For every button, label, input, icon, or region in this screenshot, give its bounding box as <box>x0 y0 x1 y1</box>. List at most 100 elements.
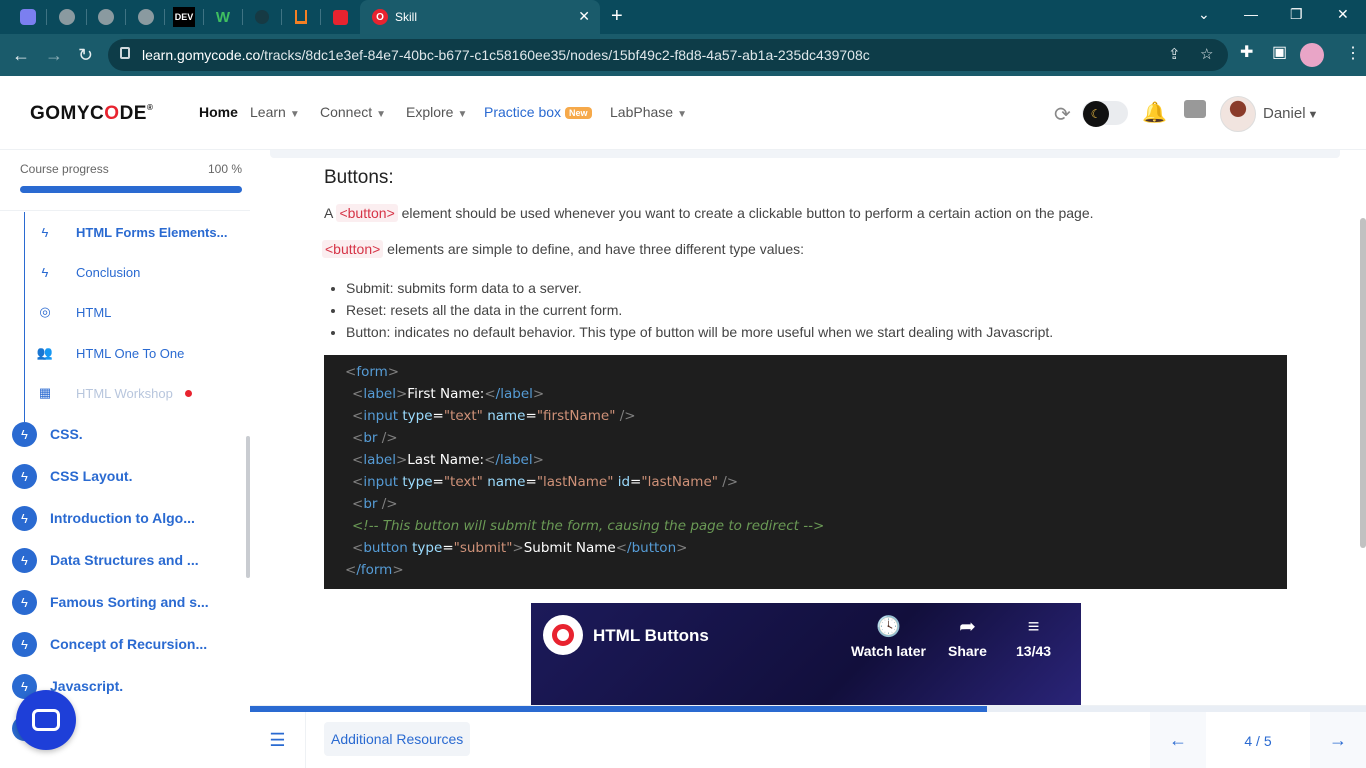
sidebar-course-sorting[interactable]: ϟ Famous Sorting and s... <box>12 589 209 615</box>
pinned-tab-stack-icon[interactable] <box>291 7 311 27</box>
logo-registered-mark: ® <box>146 103 154 112</box>
share-button[interactable]: ➦ Share <box>948 615 987 659</box>
pinned-tab-dev-icon[interactable]: DEV <box>173 7 195 27</box>
window-close-icon[interactable]: ✕ <box>1337 6 1349 23</box>
user-avatar[interactable] <box>1220 96 1256 132</box>
course-progress-bar <box>20 186 242 193</box>
minimize-icon[interactable]: — <box>1244 6 1258 22</box>
sidebar-course-css-layout[interactable]: ϟ CSS Layout. <box>12 463 132 489</box>
refresh-icon[interactable]: ⟳ <box>1054 102 1071 127</box>
sidebar-course-css[interactable]: ϟ CSS. <box>12 421 83 447</box>
code-line: <input type="text" name="firstName" /> <box>352 408 636 424</box>
back-arrow-icon[interactable]: ← <box>12 44 30 66</box>
browser-menu-icon[interactable]: ⋮ <box>1345 43 1361 63</box>
paragraph-2: <button> elements are simple to define, … <box>322 240 804 258</box>
additional-resources-button[interactable]: Additional Resources <box>324 722 471 756</box>
type-values-list: Submit: submits form data to a server. R… <box>346 277 1053 343</box>
reload-icon[interactable]: ↻ <box>78 44 93 66</box>
url-field[interactable]: learn.gomycode.co/tracks/8dc1e3ef-84e7-4… <box>108 39 1228 71</box>
pinned-tab-dark-icon[interactable] <box>252 7 272 27</box>
clock-icon: 🕓 <box>876 616 901 638</box>
module-tree-line <box>24 212 25 430</box>
bookmark-star-icon[interactable]: ☆ <box>1200 45 1213 63</box>
watch-later-button[interactable]: 🕓 Watch later <box>851 615 926 659</box>
previous-page-button[interactable]: ← <box>1150 712 1206 768</box>
active-tab[interactable]: O Skill ✕ <box>360 0 600 34</box>
next-page-button[interactable]: → <box>1310 712 1366 768</box>
nav-labphase[interactable]: LabPhase ▼ <box>610 104 687 120</box>
playlist-button[interactable]: ≡ 13/43 <box>1016 615 1051 659</box>
browser-tab-bar: DEV W O Skill ✕ + ⌄ — ❐ ✕ <box>0 0 1366 34</box>
tab-search-chevron-icon[interactable]: ⌄ <box>1198 6 1210 23</box>
list-item: Submit: submits form data to a server. <box>346 277 1053 299</box>
sidebar-course-recursion[interactable]: ϟ Concept of Recursion... <box>12 631 207 657</box>
content-scrollbar[interactable] <box>1360 218 1366 548</box>
chevron-down-icon: ▼ <box>677 109 687 120</box>
pinned-tab-globe-icon[interactable] <box>96 7 116 27</box>
list-icon: ☰ <box>269 730 286 750</box>
list-item: Reset: resets all the data in the curren… <box>346 299 1053 321</box>
user-menu[interactable]: Daniel ▼ <box>1263 105 1318 122</box>
table-of-contents-button[interactable]: ☰ <box>250 712 306 768</box>
gomycode-favicon-icon: O <box>372 9 388 25</box>
lesson-footer: ☰ Additional Resources ← 4 / 5 → <box>250 705 1366 768</box>
pinned-tab-red-icon[interactable] <box>330 7 350 27</box>
people-icon: 👥 <box>36 345 54 360</box>
list-item: Button: indicates no default behavior. T… <box>346 321 1053 343</box>
side-panel-icon[interactable]: ▣ <box>1272 42 1287 62</box>
tab-separator <box>203 9 204 25</box>
sidebar-item-html[interactable]: ◎ HTML <box>36 302 111 322</box>
channel-logo-icon[interactable] <box>543 615 583 655</box>
nav-connect[interactable]: Connect ▼ <box>320 104 386 120</box>
pinned-tab-globe-icon[interactable] <box>57 7 77 27</box>
pinned-tab-globe-icon[interactable] <box>136 7 156 27</box>
dark-mode-toggle[interactable]: ☾ <box>1082 101 1128 127</box>
new-badge: New <box>565 107 592 120</box>
new-tab-button[interactable]: + <box>611 5 623 27</box>
moon-icon: ☾ <box>1083 101 1109 127</box>
tab-close-icon[interactable]: ✕ <box>578 8 590 25</box>
forward-arrow-icon[interactable]: → <box>45 44 63 66</box>
nav-home[interactable]: Home <box>199 104 238 120</box>
page-indicator: 4 / 5 <box>1244 732 1272 749</box>
pinned-tab-dev-label: DEV <box>174 12 194 22</box>
share-arrow-icon: ➦ <box>959 616 976 638</box>
sidebar-item-html-workshop[interactable]: ▦ HTML Workshop <box>36 383 192 403</box>
sidebar-item-html-one-to-one[interactable]: 👥 HTML One To One <box>36 343 184 363</box>
browser-address-bar: ← → ↻ learn.gomycode.co/tracks/8dc1e3ef-… <box>0 34 1366 76</box>
video-embed[interactable]: HTML Buttons 🕓 Watch later ➦ Share ≡ 13/… <box>531 603 1081 705</box>
messages-icon[interactable] <box>1184 100 1206 118</box>
tab-separator <box>164 9 165 25</box>
url-host: learn.gomycode.co <box>142 47 261 63</box>
sidebar-course-intro-algo[interactable]: ϟ Introduction to Algo... <box>12 505 195 531</box>
nav-practice-box[interactable]: Practice box New <box>484 104 592 120</box>
extensions-puzzle-icon[interactable]: ✚ <box>1240 42 1253 62</box>
sidebar-item-html-forms-elements[interactable]: ϟ HTML Forms Elements... <box>36 222 228 242</box>
support-chat-button[interactable] <box>16 690 76 750</box>
nav-explore-label: Explore <box>406 104 454 120</box>
sidebar-item-conclusion[interactable]: ϟ Conclusion <box>36 262 141 282</box>
nav-explore[interactable]: Explore ▼ <box>406 104 467 120</box>
pinned-tab-app-icon[interactable] <box>18 7 38 27</box>
pinned-tab-w-icon[interactable]: W <box>213 7 233 27</box>
course-label: Javascript. <box>50 678 124 694</box>
arrow-left-icon: ← <box>1169 730 1187 750</box>
tab-separator <box>46 9 47 25</box>
browser-profile-avatar[interactable] <box>1300 43 1324 67</box>
sidebar-item-label: HTML Forms Elements... <box>76 224 228 240</box>
restore-icon[interactable]: ❐ <box>1290 6 1303 23</box>
code-block: <form> <label>First Name:</label> <input… <box>324 355 1287 589</box>
nav-learn[interactable]: Learn ▼ <box>250 104 300 120</box>
sidebar-course-data-structures[interactable]: ϟ Data Structures and ... <box>12 547 199 573</box>
username-label: Daniel <box>1263 105 1306 122</box>
lesson-content: Buttons: A <button> element should be us… <box>250 150 1366 705</box>
playlist-position: 13/43 <box>1016 643 1052 659</box>
course-progress-label: Course progress <box>20 162 109 176</box>
video-title[interactable]: HTML Buttons <box>593 626 709 646</box>
text: A <box>324 205 337 221</box>
tab-separator <box>281 9 282 25</box>
gomycode-logo[interactable]: GOMYCODE® <box>30 103 153 125</box>
share-page-icon[interactable]: ⇪ <box>1168 45 1181 63</box>
bolt-icon: ϟ <box>12 547 37 573</box>
notification-bell-icon[interactable]: 🔔 <box>1142 100 1167 125</box>
